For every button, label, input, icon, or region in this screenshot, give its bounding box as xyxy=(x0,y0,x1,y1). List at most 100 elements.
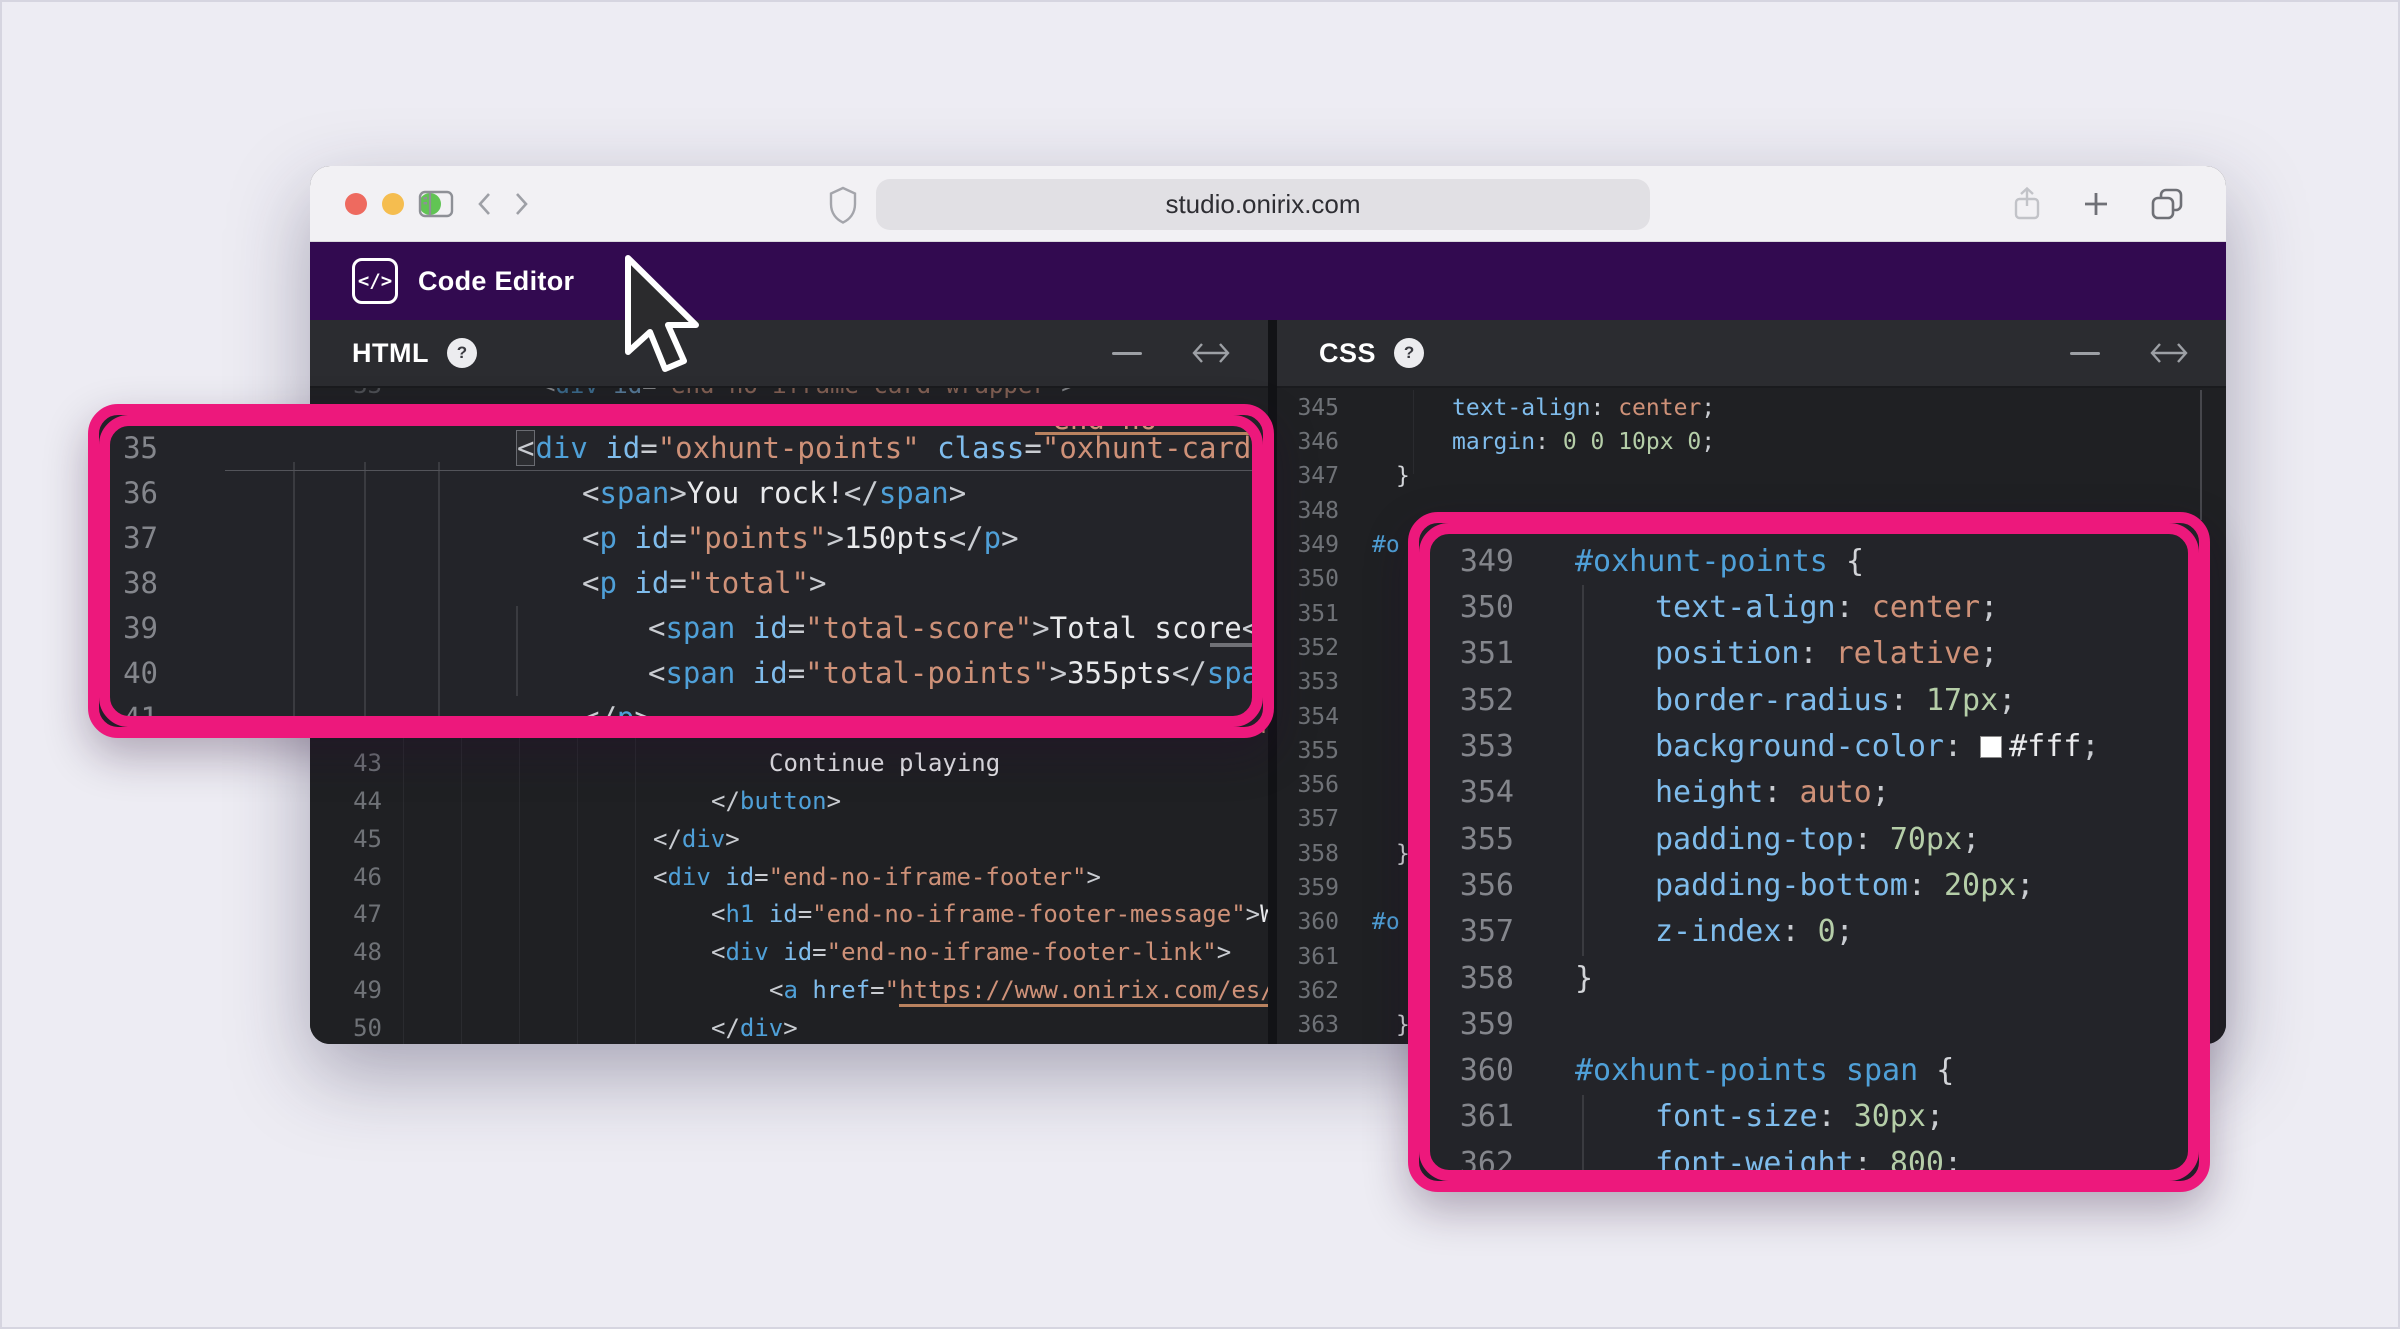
code-token: p xyxy=(599,566,616,600)
code-token xyxy=(588,431,605,465)
line-number: 348 xyxy=(1277,494,1339,528)
code-line-37: 37<p id="points">150pts</p> xyxy=(110,516,1252,561)
share-icon[interactable] xyxy=(2012,186,2042,222)
code-token: = xyxy=(669,521,686,555)
code-token: "oxhunt-points" xyxy=(658,431,920,465)
line-number: 40 xyxy=(110,651,158,696)
line-number: 362 xyxy=(1430,1141,1514,1181)
code-token: ; xyxy=(1836,914,1854,949)
code-line-44: 44</button> xyxy=(310,783,1268,821)
code-token: > xyxy=(1217,938,1231,966)
code-token: < xyxy=(711,938,725,966)
code-token: : xyxy=(1854,1146,1872,1181)
code-token: "end-no-iframe-footer-message" xyxy=(812,900,1245,928)
code-token: </ xyxy=(844,476,879,510)
code-token: = xyxy=(870,976,884,1004)
code-token xyxy=(798,976,812,1004)
line-number: 363 xyxy=(1277,1008,1339,1042)
code-token: span xyxy=(599,476,669,510)
code-token: background-color xyxy=(1655,729,1944,764)
code-token: : xyxy=(1818,1099,1836,1134)
code-token xyxy=(1908,683,1926,718)
code-token: span xyxy=(665,611,735,645)
code-token: ; xyxy=(1701,395,1715,421)
html-help-icon[interactable]: ? xyxy=(447,338,477,368)
code-token xyxy=(1800,914,1818,949)
close-window-button[interactable] xyxy=(345,193,367,215)
code-token xyxy=(1926,868,1944,903)
code-line-362: 362font-weight: 800; xyxy=(1430,1141,2188,1181)
html-panel-header: HTML ? xyxy=(310,320,1268,388)
code-token: > xyxy=(669,476,686,510)
code-token: "total" xyxy=(687,566,809,600)
code-token: > xyxy=(725,825,739,853)
code-token xyxy=(617,521,634,555)
code-token xyxy=(754,900,768,928)
code-token: https://www.onirix.com/es/l xyxy=(899,976,1268,1007)
minimize-window-button[interactable] xyxy=(382,193,404,215)
code-token: > xyxy=(826,521,843,555)
code-token: 30px xyxy=(1854,1099,1926,1134)
code-token: div xyxy=(740,1014,783,1042)
url-bar[interactable]: studio.onirix.com xyxy=(876,179,1650,230)
code-token: : xyxy=(1854,822,1872,857)
code-token: id xyxy=(725,863,754,891)
css-collapse-button[interactable] xyxy=(2070,352,2100,355)
code-token: font-size xyxy=(1655,1099,1818,1134)
line-number: 48 xyxy=(310,934,382,972)
line-number: 358 xyxy=(1277,837,1339,871)
code-token: < xyxy=(582,566,599,600)
sidebar-icon[interactable] xyxy=(418,189,454,219)
code-token: 355pts xyxy=(1067,656,1172,690)
code-line-33: 33<div id="end-no-iframe-card-wrapper"> xyxy=(310,388,1268,405)
tab-overview-icon[interactable] xyxy=(2150,188,2184,220)
code-token: text-align xyxy=(1452,395,1590,421)
forward-icon[interactable] xyxy=(514,191,530,217)
code-token: < xyxy=(582,521,599,555)
code-token: center xyxy=(1872,590,1980,625)
code-token: </ xyxy=(1172,656,1207,690)
code-token: </ xyxy=(653,825,682,853)
code-line-346: 346margin: 0 0 10px 0; xyxy=(1277,425,2226,459)
page-background: studio.onirix.com xyxy=(0,0,2400,1329)
css-panel-title: CSS xyxy=(1319,338,1376,369)
code-token: > xyxy=(1032,611,1049,645)
line-number: 349 xyxy=(1430,539,1514,585)
code-token: < xyxy=(769,976,783,1004)
code-token: = xyxy=(642,388,656,399)
code-line-355: 355padding-top: 70px; xyxy=(1430,817,2188,863)
code-token: ; xyxy=(1962,822,1980,857)
code-line-357: 357z-index: 0; xyxy=(1430,909,2188,955)
code-token: You rock! xyxy=(687,476,844,510)
css-help-icon[interactable]: ? xyxy=(1394,338,1424,368)
line-number: 352 xyxy=(1430,678,1514,724)
code-token: : xyxy=(1944,729,1962,764)
code-token: div xyxy=(667,863,710,891)
new-tab-icon[interactable] xyxy=(2082,190,2110,218)
code-token xyxy=(1962,729,1980,764)
code-token: < xyxy=(648,611,665,645)
code-token: </ xyxy=(711,787,740,815)
code-token: id xyxy=(753,656,788,690)
code-token: } xyxy=(1396,463,1410,489)
code-token: : xyxy=(1590,395,1604,421)
code-token xyxy=(1980,736,2002,758)
code-token: padding-bottom xyxy=(1655,868,1908,903)
code-token: #oxhunt-points span xyxy=(1575,1053,1918,1088)
html-panel-title: HTML xyxy=(352,338,429,369)
code-line-46: 46<div id="end-no-iframe-footer"> xyxy=(310,859,1268,897)
code-token: id xyxy=(634,566,669,600)
code-line-47: 47<h1 id="end-no-iframe-footer-message">… xyxy=(310,896,1268,934)
code-token: = xyxy=(788,611,805,645)
line-number: 355 xyxy=(1277,734,1339,768)
code-token xyxy=(1872,1146,1890,1181)
html-resize-icon[interactable] xyxy=(1190,340,1232,366)
css-resize-icon[interactable] xyxy=(2148,340,2190,366)
line-number: 36 xyxy=(110,471,158,516)
code-token: ; xyxy=(1980,590,1998,625)
back-icon[interactable] xyxy=(476,191,492,217)
code-token xyxy=(769,938,783,966)
mouse-cursor-icon xyxy=(622,254,708,381)
line-number: 354 xyxy=(1430,770,1514,816)
html-collapse-button[interactable] xyxy=(1112,352,1142,355)
